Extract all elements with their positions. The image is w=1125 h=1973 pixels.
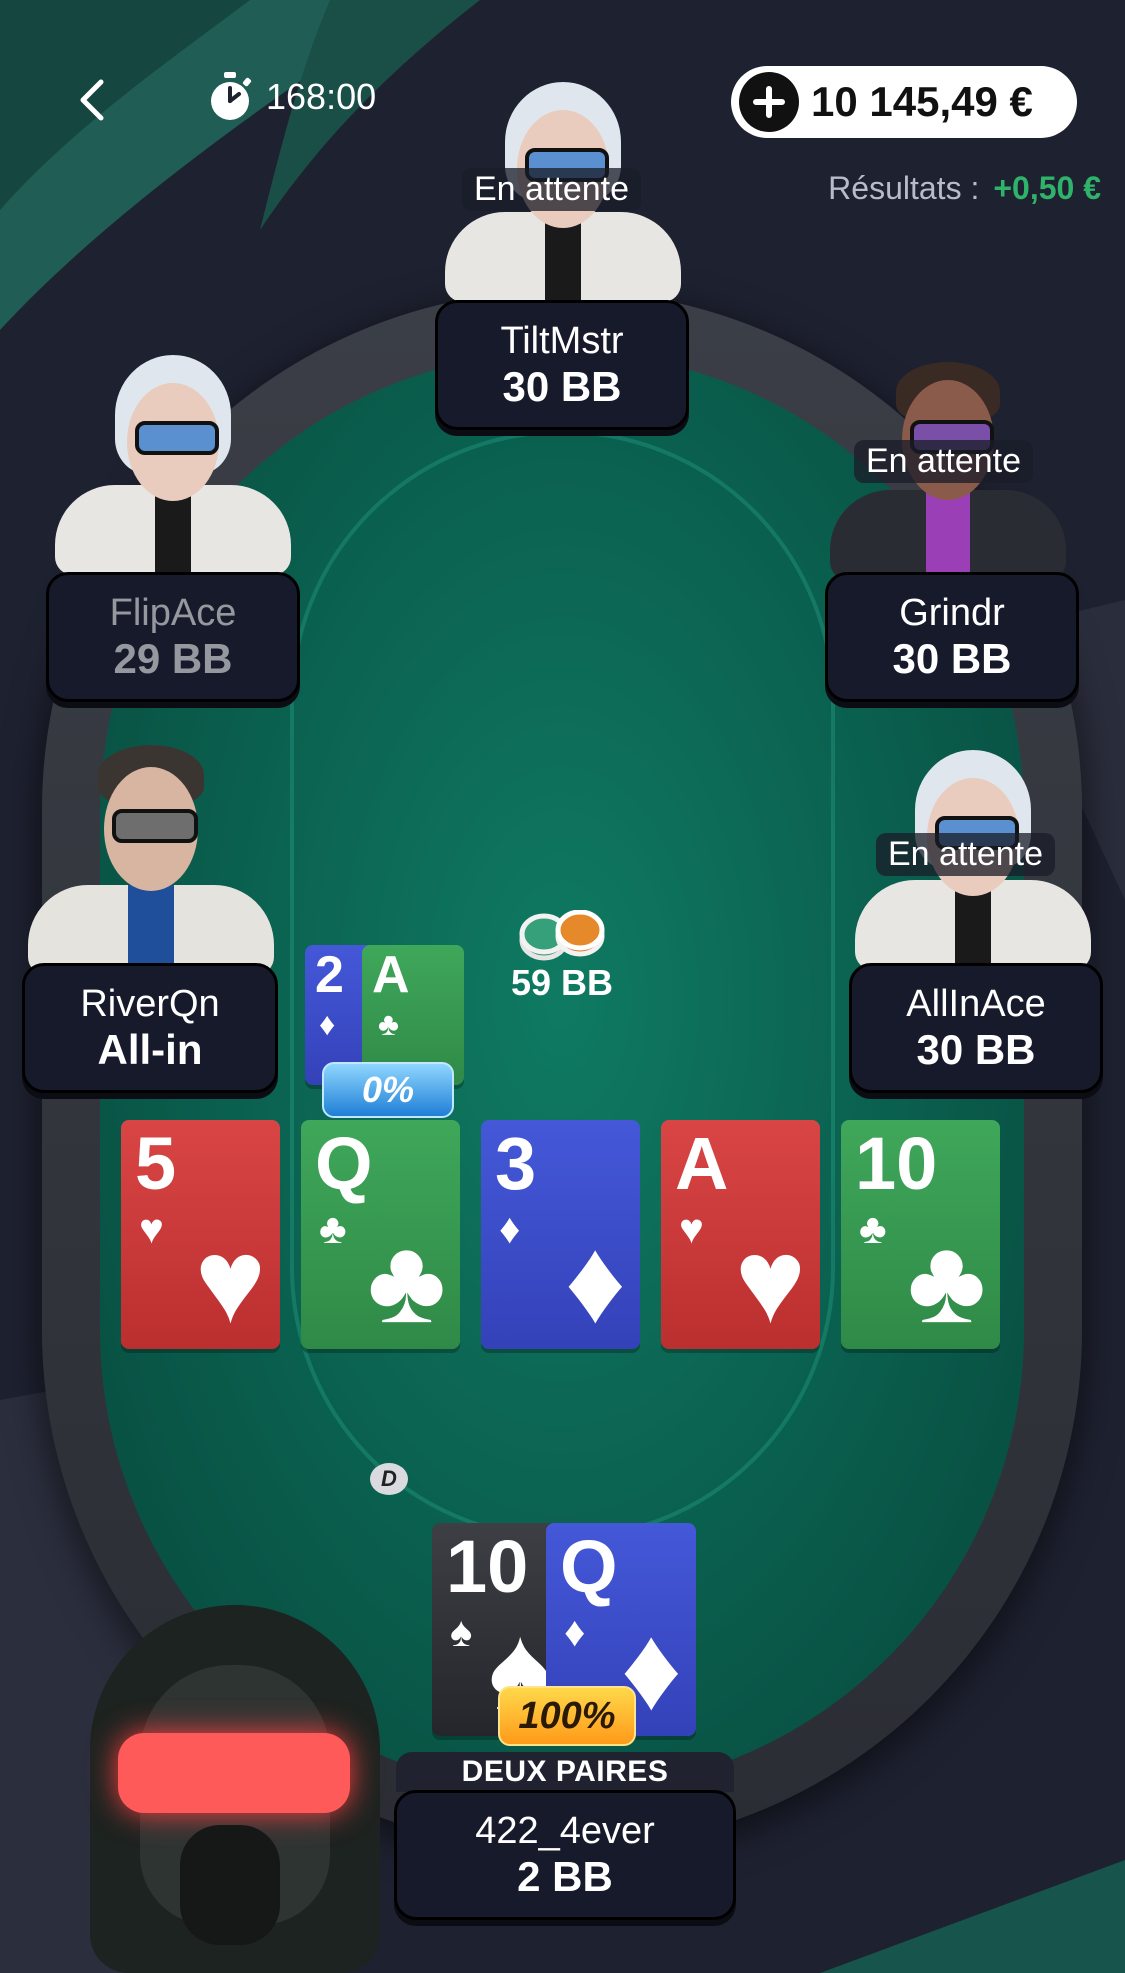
results-label: Résultats : (828, 170, 980, 206)
player-plate-right-lower[interactable]: AllInAce 30 BB (849, 963, 1103, 1093)
player-stack: All-in (97, 1026, 203, 1073)
hero-stack: 2 BB (517, 1853, 613, 1900)
session-results: Résultats : +0,50 € (828, 170, 1101, 207)
balance-button[interactable]: 10 145,49 € (731, 66, 1077, 138)
board-card: A ♥ ♥ (661, 1120, 820, 1349)
player-name: AllInAce (906, 983, 1046, 1025)
chevron-left-icon (80, 79, 104, 121)
board-card: 10 ♣ ♣ (841, 1120, 1000, 1349)
player-avatar-left-upper[interactable] (55, 355, 291, 575)
player-plate-top[interactable]: TiltMstr 30 BB (435, 300, 689, 430)
player-name: Grindr (899, 592, 1005, 634)
player-name: RiverQn (80, 983, 220, 1025)
player-stack: 29 BB (113, 635, 233, 682)
hero-avatar[interactable] (70, 1605, 400, 1973)
player-avatar-left-lower[interactable] (28, 745, 274, 975)
player-name: TiltMstr (500, 320, 624, 362)
player-status-top: En attente (462, 168, 642, 211)
dealer-button: D (370, 1463, 408, 1495)
hero-name: 422_4ever (475, 1810, 655, 1852)
timer-value: 168:00 (266, 76, 377, 117)
session-timer: 168:00 (208, 72, 376, 122)
player-stack: 30 BB (502, 363, 622, 410)
board-card: 3 ♦ ♦ (481, 1120, 640, 1349)
board-card: 5 ♥ ♥ (121, 1120, 280, 1349)
hero-plate[interactable]: 422_4ever 2 BB (394, 1790, 736, 1920)
pot-amount: 59 BB (510, 962, 614, 1003)
player-status-right-lower: En attente (876, 833, 1056, 876)
hero-equity-badge: 100% (498, 1686, 636, 1746)
results-value: +0,50 € (993, 170, 1101, 206)
back-button[interactable] (70, 78, 114, 122)
player-plate-right-upper[interactable]: Grindr 30 BB (825, 572, 1079, 702)
add-funds-icon[interactable] (739, 72, 799, 132)
player-plate-left-upper[interactable]: FlipAce 29 BB (46, 572, 300, 702)
board-card: Q ♣ ♣ (301, 1120, 460, 1349)
player-stack: 30 BB (892, 635, 1012, 682)
pot: 59 BB (492, 910, 632, 1004)
equity-badge: 0% (322, 1062, 454, 1118)
balance-amount: 10 145,49 € (811, 78, 1033, 125)
player-name: FlipAce (109, 592, 237, 634)
stopwatch-icon (211, 72, 252, 120)
player-status-right-upper: En attente (854, 440, 1034, 483)
hand-rank-label: DEUX PAIRES (396, 1752, 734, 1792)
player-stack: 30 BB (916, 1026, 1036, 1073)
chips-icon (519, 910, 605, 961)
player-plate-left-lower[interactable]: RiverQn All-in (22, 963, 278, 1093)
